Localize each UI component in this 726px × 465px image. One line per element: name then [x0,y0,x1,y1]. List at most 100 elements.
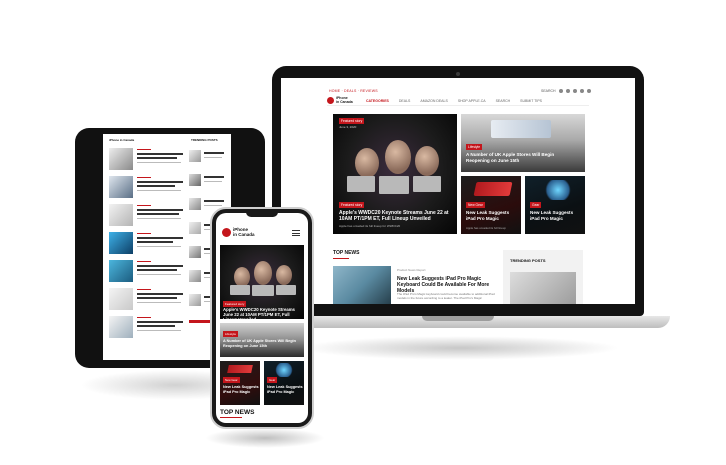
logo-line2: in Canada [233,231,255,237]
sidebar-thumbnail [189,174,201,186]
story-card[interactable]: Gear New Leak Suggests iPad Pro Magic [525,176,585,234]
laptop-screen: HOME · DEALS · REVIEWS SEARCH iPhone in … [281,78,635,304]
hero-image-person [276,265,292,285]
youtube-icon[interactable] [580,89,584,93]
hero-image-person [355,148,379,178]
list-item[interactable] [109,260,185,284]
tablet-sidebar-heading: TRENDING POSTS [191,138,218,142]
card-title[interactable]: New Leak Suggests iPad Pro Magic [530,210,582,221]
card-image [473,182,513,196]
hero-title[interactable]: Apple's WWDC20 Keynote Streams June 22 a… [223,307,301,319]
card-image [274,363,294,377]
card-tag: New Gear [223,377,240,383]
heading-underline [333,258,349,259]
list-title [137,325,175,327]
list-title [137,209,183,211]
hero-title[interactable]: Apple's WWDC20 Keynote Streams June 22 a… [339,210,451,222]
hero-image-laptop [347,176,375,192]
phone-screen: iPhone in Canada Featured story Apple's … [216,213,308,423]
nav-search[interactable]: SEARCH [496,99,511,103]
hero-image-person [234,267,250,287]
hero-story[interactable]: Featured story Apple's WWDC20 Keynote St… [220,245,304,319]
card-title[interactable]: New Leak Suggests iPad Pro Magic [223,385,259,395]
sidebar-thumbnail [189,198,201,210]
card-subtitle: Apple has unveiled its full lineup [466,226,506,230]
card-title[interactable]: A Number of UK Apple Stores Will Begin R… [223,339,301,349]
hero-image-laptop [276,285,296,295]
story-card[interactable]: New Gear New Leak Suggests iPad Pro Magi… [220,361,260,405]
laptop-notch [422,316,494,321]
nav-deals[interactable]: DEALS [399,99,410,103]
trending-panel: TRENDING POSTS [503,250,583,304]
list-thumbnail [109,316,133,338]
card-title[interactable]: New Leak Suggests iPad Pro Magic [466,210,518,221]
card-tag: Gear [267,377,278,383]
trending-thumbnail[interactable] [510,272,576,304]
nav-categories[interactable]: CATEGORIES [366,99,389,103]
list-item[interactable] [109,176,185,200]
card-image [543,180,573,200]
list-item[interactable] [109,204,185,228]
list-excerpt [137,330,181,331]
sidebar-thumbnail [189,150,201,162]
news-thumbnail[interactable] [333,266,391,304]
story-card[interactable]: New Gear New Leak Suggests iPad Pro Magi… [461,176,521,234]
list-item[interactable] [109,148,185,172]
nav-shop-apple[interactable]: SHOP APPLE.CA [458,99,486,103]
logo-text[interactable]: iPhone in Canada [336,96,356,104]
sidebar-excerpt [204,205,222,206]
facebook-icon[interactable] [559,89,563,93]
news-meta: Product News Report [397,268,426,272]
hamburger-menu-icon[interactable] [292,230,300,236]
sidebar-title [204,200,224,202]
top-nav-links[interactable]: HOME · DEALS · REVIEWS [329,89,378,93]
list-item[interactable] [109,316,185,340]
list-thumbnail [109,204,133,226]
hero-story[interactable]: Featured story June 3, 2020 Featured sto… [333,114,457,234]
hero-category-tag: Featured story [339,202,365,208]
hero-subtitle: Apple has unveiled its full lineup for W… [339,224,401,228]
laptop-camera [456,72,460,76]
card-title[interactable]: A Number of UK Apple Stores Will Begin R… [466,152,578,163]
phone-shadow [205,428,325,448]
nav-amazon-deals[interactable]: AMAZON DEALS [420,99,447,103]
story-card[interactable]: Lifestyle A Number of UK Apple Stores Wi… [461,114,585,172]
list-meta [137,289,151,290]
list-title [137,321,183,323]
story-card[interactable]: Lifestyle A Number of UK Apple Stores Wi… [220,323,304,357]
hero-image-laptop [230,285,250,295]
sidebar-thumbnail [189,294,201,306]
sidebar-thumbnail [189,222,201,234]
list-title [137,297,177,299]
twitter-icon[interactable] [566,89,570,93]
list-item[interactable] [109,288,185,312]
list-title [137,265,183,267]
tablet-logo[interactable]: iPhone in Canada [109,138,134,142]
list-title [137,269,177,271]
hero-image-person [385,140,411,174]
list-meta [137,149,151,150]
story-card[interactable]: Gear New Leak Suggests iPad Pro Magic [264,361,304,405]
main-nav: iPhone in Canada CATEGORIES DEALS AMAZON… [327,96,589,106]
instagram-icon[interactable] [573,89,577,93]
card-title[interactable]: New Leak Suggests iPad Pro Magic [267,385,303,395]
logo-icon[interactable] [222,228,231,237]
nav-submit-tips[interactable]: SUBMIT TIPS [520,99,542,103]
logo-line2: in Canada [336,99,353,104]
sidebar-thumbnail [189,246,201,258]
list-item[interactable] [109,232,185,256]
heading-underline [220,417,242,418]
list-excerpt [137,302,181,303]
sidebar-item[interactable] [189,150,225,168]
list-excerpt [137,246,181,247]
laptop-shadow [300,336,620,360]
list-meta [137,317,151,318]
logo-text[interactable]: iPhone in Canada [233,227,263,237]
list-title [137,153,183,155]
sidebar-item[interactable] [189,174,225,192]
rss-icon[interactable] [587,89,591,93]
list-title [137,181,183,183]
list-thumbnail [109,288,133,310]
logo-icon[interactable] [327,97,334,104]
search-link[interactable]: SEARCH [541,89,556,93]
